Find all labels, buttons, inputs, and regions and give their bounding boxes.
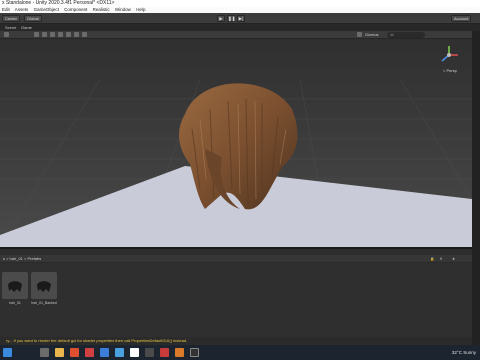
scene-search-input[interactable]: All bbox=[387, 32, 425, 38]
right-scrollbar[interactable] bbox=[472, 31, 480, 346]
play-button[interactable]: ▶ bbox=[217, 15, 225, 22]
asset-thumbnail bbox=[2, 272, 28, 299]
windows-taskbar: 32°C Sunny bbox=[0, 345, 480, 360]
asset-label: hair_01_Bashed bbox=[31, 301, 57, 305]
grid-toggle-icon[interactable] bbox=[82, 32, 87, 37]
camera-settings-icon[interactable] bbox=[357, 32, 362, 37]
asset-thumbnail bbox=[31, 272, 57, 299]
menu-component[interactable]: Component bbox=[64, 7, 87, 12]
window-title: x Standalone - Unity 2020.3.4f1 Personal… bbox=[2, 0, 115, 6]
pause-button[interactable]: ❚❚ bbox=[227, 15, 236, 22]
asset-count: 9 bbox=[440, 257, 442, 261]
app-icon[interactable] bbox=[70, 348, 79, 357]
app-icon[interactable] bbox=[85, 348, 94, 357]
app-icon[interactable] bbox=[175, 348, 184, 357]
menu-window[interactable]: Window bbox=[115, 7, 131, 12]
twod-toggle-icon[interactable] bbox=[34, 32, 39, 37]
window-title-bar: x Standalone - Unity 2020.3.4f1 Personal… bbox=[0, 0, 480, 7]
asset-item[interactable]: hair_01_Bashed bbox=[31, 272, 57, 305]
asset-grid: hair_01 hair_01_Bashed bbox=[0, 263, 472, 346]
shading-mode-icon[interactable] bbox=[4, 32, 9, 37]
breadcrumb[interactable]: s > hair_01 > Prefabs bbox=[3, 256, 41, 261]
menu-help[interactable]: Help bbox=[136, 7, 145, 12]
start-icon[interactable] bbox=[3, 348, 12, 357]
menu-gameobject[interactable]: GameObject bbox=[34, 7, 59, 12]
console-status-bar[interactable]: ry... If you want to render the default … bbox=[0, 337, 472, 345]
console-message: ry... If you want to render the default … bbox=[6, 338, 188, 343]
unity-hub-icon[interactable] bbox=[130, 348, 139, 357]
persp-label[interactable]: < Persp bbox=[443, 68, 458, 73]
step-button[interactable]: ▶| bbox=[237, 15, 245, 22]
unity-editor-icon[interactable] bbox=[190, 348, 199, 357]
app-icon[interactable] bbox=[160, 348, 169, 357]
scene-canvas: < Persp bbox=[0, 39, 472, 247]
main-toolbar: Center Global ▶ ❚❚ ▶| Account bbox=[0, 13, 480, 24]
task-view-icon[interactable] bbox=[40, 348, 49, 357]
project-breadcrumb-bar: s > hair_01 > Prefabs 🔒 9 ★ bbox=[0, 255, 472, 263]
tab-scene[interactable]: Scene bbox=[2, 24, 19, 31]
menu-realistic[interactable]: Realistic bbox=[93, 7, 110, 12]
menu-assets[interactable]: Assets bbox=[15, 7, 29, 12]
system-tray: 32°C Sunny bbox=[452, 345, 476, 360]
light-toggle-icon[interactable] bbox=[42, 32, 47, 37]
favorite-star-icon[interactable]: ★ bbox=[452, 255, 455, 263]
asset-item[interactable]: hair_01 bbox=[2, 272, 28, 305]
hair-prefab-icon bbox=[8, 280, 22, 292]
lock-icon[interactable]: 🔒 bbox=[430, 255, 434, 263]
app-icon[interactable] bbox=[145, 348, 154, 357]
gizmos-dropdown[interactable]: Gizmos bbox=[365, 31, 379, 39]
explorer-icon[interactable] bbox=[55, 348, 64, 357]
scene-view-toolbar: Gizmos All bbox=[0, 31, 472, 39]
tab-game[interactable]: Game bbox=[18, 24, 35, 31]
hair-prefab-icon bbox=[37, 280, 51, 292]
menu-edit[interactable]: Edit bbox=[2, 7, 10, 12]
weather-label[interactable]: 32°C Sunny bbox=[452, 350, 476, 355]
scene-viewport[interactable]: < Persp bbox=[0, 39, 472, 247]
view-tabs: Scene Game bbox=[0, 24, 480, 31]
audio-toggle-icon[interactable] bbox=[50, 32, 55, 37]
pivot-center-button[interactable]: Center bbox=[2, 15, 21, 22]
app-icon[interactable] bbox=[100, 348, 109, 357]
scene-camera-icon[interactable] bbox=[74, 32, 79, 37]
asset-label: hair_01 bbox=[9, 301, 21, 305]
app-icon[interactable] bbox=[115, 348, 124, 357]
effects-toggle-icon[interactable] bbox=[58, 32, 63, 37]
hidden-objects-icon[interactable] bbox=[66, 32, 71, 37]
global-local-button[interactable]: Global bbox=[24, 15, 42, 22]
account-button[interactable]: Account bbox=[451, 15, 472, 22]
